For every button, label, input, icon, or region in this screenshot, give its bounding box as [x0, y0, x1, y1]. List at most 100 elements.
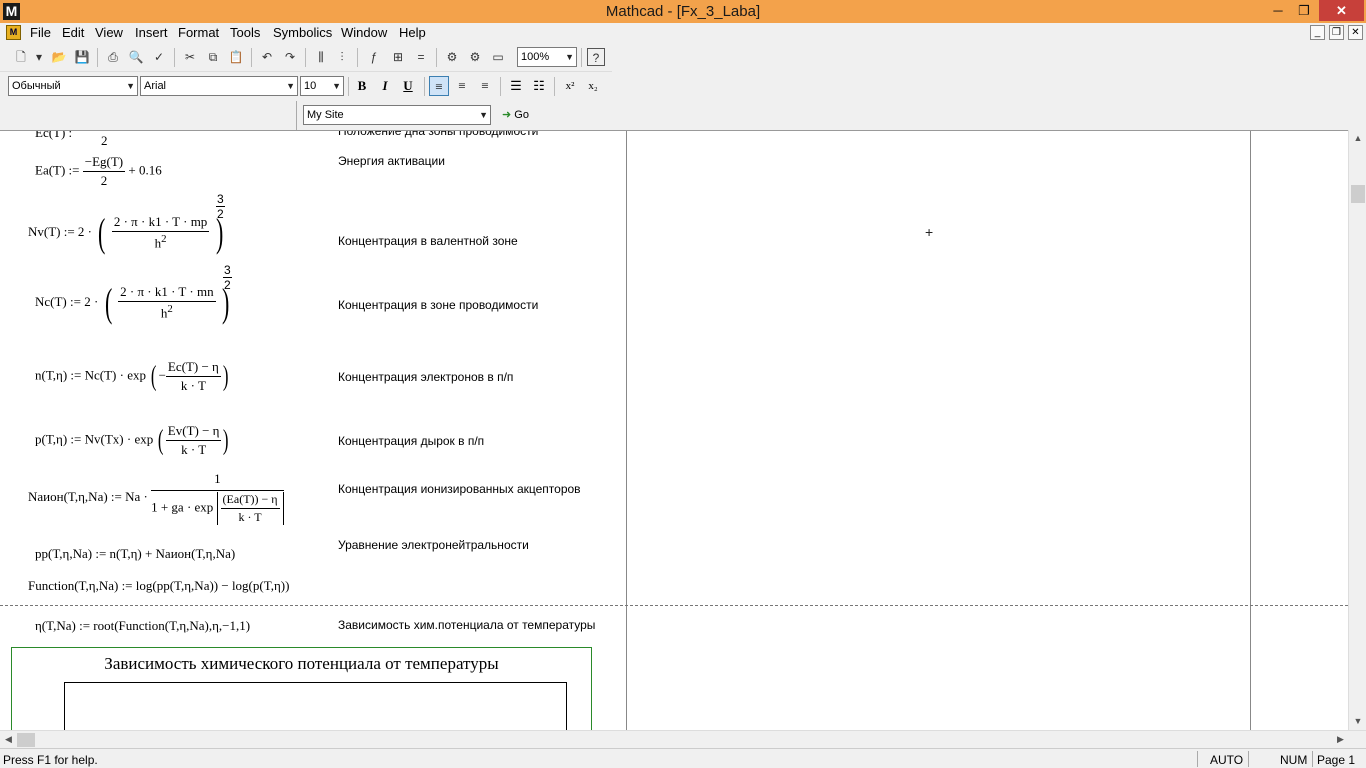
- equation-ea[interactable]: Ea(T) := −Eg(T) 2 + 0.16: [35, 154, 162, 189]
- fraction: Ev(T) − η k · T: [165, 423, 222, 458]
- copy-icon[interactable]: ⧉: [204, 48, 222, 66]
- subscript-icon[interactable]: x₂: [583, 76, 603, 96]
- vertical-scrollbar[interactable]: ▲ ▼: [1348, 130, 1366, 730]
- vertical-scroll-thumb[interactable]: [1351, 185, 1365, 203]
- paste-icon[interactable]: 📋: [227, 48, 245, 66]
- bold-button[interactable]: B: [352, 76, 372, 96]
- numbered-list-icon[interactable]: ☷: [529, 76, 549, 96]
- help-icon[interactable]: ?: [587, 48, 605, 66]
- new-document-icon[interactable]: 🗋: [12, 48, 30, 66]
- open-icon[interactable]: 📂: [50, 48, 68, 66]
- spell-check-icon[interactable]: ✓: [150, 48, 168, 66]
- equation-na-ion[interactable]: Naион(T,η,Na) := Na · 1 1 + ga · exp (Ea…: [28, 471, 284, 525]
- comment-nc[interactable]: Концентрация в зоне проводимости: [338, 298, 538, 312]
- align-left-icon[interactable]: ≡: [429, 76, 449, 96]
- standard-toolbar: 🗋 ▾ 📂 💾 ⎙ 🔍 ✓ ✂ ⧉ 📋 ↶ ↷ ⫼ ⫶ ƒ ⊞ = ⚙ ⚙ ▭ …: [0, 43, 612, 72]
- status-calc-mode: AUTO: [1210, 753, 1244, 767]
- horizontal-scrollbar[interactable]: ◀ ▶: [0, 730, 1366, 748]
- equation-lhs: Ea(T) :=: [35, 162, 80, 178]
- doc-restore-icon[interactable]: ❐: [1329, 25, 1344, 40]
- cut-icon[interactable]: ✂: [181, 48, 199, 66]
- scroll-left-icon[interactable]: ◀: [5, 734, 12, 745]
- equation-text: Ec(T) :: [35, 130, 73, 140]
- denominator: 1 + ga · exp (Ea(T)) − η k · T: [151, 491, 284, 525]
- chevron-down-icon: ▼: [565, 52, 574, 62]
- align-across-icon[interactable]: ⫼: [312, 48, 330, 66]
- menu-help[interactable]: Help: [399, 25, 426, 40]
- numerator: 1: [151, 471, 284, 491]
- worksheet[interactable]: Ec(T) : 2 Положение дна зоны проводимост…: [0, 130, 1348, 730]
- insert-unit-icon[interactable]: ⊞: [389, 48, 407, 66]
- undo-icon[interactable]: ↶: [258, 48, 276, 66]
- comment-na-ion[interactable]: Концентрация ионизированных акцепторов: [338, 482, 581, 496]
- equation-lhs: Nc(T) := 2 ·: [35, 293, 99, 309]
- insert-function-icon[interactable]: ƒ: [365, 48, 383, 66]
- scroll-up-icon[interactable]: ▲: [1349, 133, 1366, 143]
- plot-area[interactable]: [64, 682, 567, 730]
- go-button[interactable]: ➜ Go: [502, 105, 529, 125]
- equation-p[interactable]: p(T,η) := Nv(Tx) · exp ( Ev(T) − η k · T…: [35, 423, 231, 458]
- plot-region[interactable]: Зависимость химического потенциала от те…: [11, 647, 592, 730]
- style-select[interactable]: Обычный ▼: [8, 76, 138, 96]
- numerator: Ev(T) − η: [165, 423, 222, 441]
- scroll-down-icon[interactable]: ▼: [1349, 716, 1366, 726]
- menu-file[interactable]: File: [30, 25, 51, 40]
- equation-lhs: n(T,η) := Nc(T) · exp: [35, 367, 146, 383]
- chevron-down-icon: ▼: [286, 81, 295, 91]
- bullet-list-icon[interactable]: ☰: [506, 76, 526, 96]
- new-dropdown-icon[interactable]: ▾: [30, 48, 48, 66]
- scroll-right-icon[interactable]: ▶: [1337, 734, 1344, 745]
- comment-pp[interactable]: Уравнение электронейтральности: [338, 538, 529, 552]
- italic-button[interactable]: I: [375, 76, 395, 96]
- maximize-icon[interactable]: ❐: [1291, 0, 1317, 21]
- equation-nv[interactable]: Nv(T) := 2 · ( 2 · π · k1 · T · mp h2 ): [28, 213, 226, 253]
- calculate-icon[interactable]: =: [412, 48, 430, 66]
- print-preview-icon[interactable]: 🔍: [127, 48, 145, 66]
- align-down-icon[interactable]: ⫶: [333, 48, 351, 66]
- comment-ec[interactable]: Положение дна зоны проводимости: [338, 131, 538, 138]
- denominator: h2: [160, 303, 173, 321]
- menu-edit[interactable]: Edit: [62, 25, 84, 40]
- align-center-icon[interactable]: ≡: [452, 76, 472, 96]
- web-toolbar: My Site ▼ ➜ Go: [296, 101, 536, 130]
- equation-nc[interactable]: Nc(T) := 2 · ( 2 · π · k1 · T · mn h2 ): [35, 283, 232, 323]
- equation-function[interactable]: Function(T,η,Na) := log(pp(T,η,Na)) − lo…: [28, 578, 289, 594]
- equation-ec[interactable]: Ec(T) :: [35, 130, 73, 141]
- site-select[interactable]: My Site ▼: [303, 105, 491, 125]
- insert-component-icon[interactable]: ⚙: [443, 48, 461, 66]
- menu-symbolics[interactable]: Symbolics: [273, 25, 332, 40]
- menu-tools[interactable]: Tools: [230, 25, 260, 40]
- comment-p[interactable]: Концентрация дырок в п/п: [338, 434, 484, 448]
- menu-format[interactable]: Format: [178, 25, 219, 40]
- close-icon[interactable]: ✕: [1319, 0, 1364, 21]
- equation-pp[interactable]: pp(T,η,Na) := n(T,η) + Naион(T,η,Na): [35, 546, 235, 562]
- menu-insert[interactable]: Insert: [135, 25, 168, 40]
- comment-n[interactable]: Концентрация электронов в п/п: [338, 370, 513, 384]
- comment-nv[interactable]: Концентрация в валентной зоне: [338, 234, 518, 248]
- print-icon[interactable]: ⎙: [104, 48, 122, 66]
- site-value: My Site: [307, 109, 344, 121]
- underline-button[interactable]: U: [398, 76, 418, 96]
- menu-view[interactable]: View: [95, 25, 123, 40]
- document-icon[interactable]: M: [6, 25, 21, 40]
- font-select[interactable]: Arial ▼: [140, 76, 298, 96]
- resources-icon[interactable]: ⚙: [466, 48, 484, 66]
- comment-eta[interactable]: Зависимость хим.потенциала от температур…: [338, 618, 595, 632]
- menu-window[interactable]: Window: [341, 25, 387, 40]
- equation-eta[interactable]: η(T,Na) := root(Function(T,η,Na),η,−1,1): [35, 618, 250, 634]
- redo-icon[interactable]: ↷: [281, 48, 299, 66]
- doc-close-icon[interactable]: ✕: [1348, 25, 1363, 40]
- comment-ea[interactable]: Энергия активации: [338, 154, 445, 168]
- save-icon[interactable]: 💾: [73, 48, 91, 66]
- minimize-icon[interactable]: ─: [1265, 0, 1291, 21]
- window-title: Mathcad - [Fx_3_Laba]: [605, 3, 761, 20]
- superscript-icon[interactable]: x²: [560, 76, 580, 96]
- zoom-select[interactable]: 100% ▼: [517, 47, 577, 67]
- font-size-select[interactable]: 10 ▼: [300, 76, 344, 96]
- chevron-down-icon: ▼: [126, 81, 135, 91]
- align-right-icon[interactable]: ≡: [475, 76, 495, 96]
- horizontal-scroll-thumb[interactable]: [17, 733, 35, 747]
- doc-minimize-icon[interactable]: _: [1310, 25, 1325, 40]
- equation-n[interactable]: n(T,η) := Nc(T) · exp (− Ec(T) − η k · T…: [35, 359, 230, 394]
- insert-region-icon[interactable]: ▭: [489, 48, 507, 66]
